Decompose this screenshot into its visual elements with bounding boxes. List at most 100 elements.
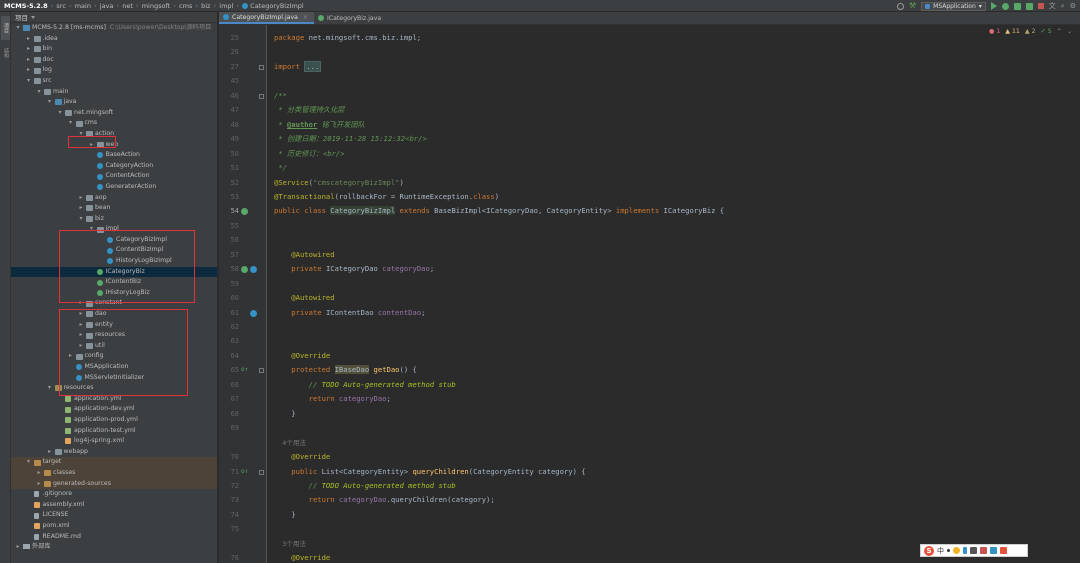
tree-item[interactable]: ▾ resources bbox=[11, 383, 217, 394]
user-icon[interactable] bbox=[896, 2, 904, 10]
tree-item[interactable]: BaseAction bbox=[11, 150, 217, 161]
chevron-right-icon[interactable]: ▸ bbox=[26, 55, 32, 66]
chevron-right-icon[interactable]: ▸ bbox=[36, 479, 42, 490]
close-icon[interactable]: × bbox=[303, 14, 308, 21]
code-line[interactable]: // TODO Auto-generated method stub bbox=[274, 481, 456, 491]
override-icon[interactable]: o↑ bbox=[241, 366, 248, 373]
chevron-right-icon[interactable]: ▸ bbox=[26, 34, 32, 45]
chevron-down-icon[interactable] bbox=[31, 15, 35, 19]
code-line[interactable]: @Override bbox=[274, 553, 330, 563]
tree-item[interactable]: ▸ doc bbox=[11, 55, 217, 66]
override-icon[interactable]: o↑ bbox=[241, 468, 248, 475]
tree-item[interactable]: application-dev.yml bbox=[11, 404, 217, 415]
chevron-right-icon[interactable]: ▸ bbox=[36, 468, 42, 479]
breadcrumb-item[interactable]: main bbox=[75, 2, 91, 10]
code-line[interactable]: public class CategoryBizImpl extends Bas… bbox=[274, 206, 724, 216]
punctuation-icon[interactable] bbox=[947, 549, 950, 552]
breadcrumb-item[interactable]: impl bbox=[219, 2, 233, 10]
tree-item[interactable]: ▸ 外部库 bbox=[11, 542, 217, 553]
tree-item[interactable]: IHistoryLogBiz bbox=[11, 288, 217, 299]
chevron-right-icon[interactable]: ▸ bbox=[78, 309, 84, 320]
tree-item[interactable]: ContentAction bbox=[11, 171, 217, 182]
chevron-down-icon[interactable]: ▾ bbox=[78, 214, 84, 225]
tree-item[interactable]: LICENSE bbox=[11, 510, 217, 521]
chevron-right-icon[interactable]: ▸ bbox=[78, 330, 84, 341]
fold-icon[interactable] bbox=[259, 64, 264, 70]
breadcrumb-item[interactable]: CategoryBizImpl bbox=[242, 2, 304, 10]
breadcrumb-item[interactable]: java bbox=[100, 2, 114, 10]
menu-icon[interactable] bbox=[1000, 547, 1007, 554]
profile-icon[interactable] bbox=[1025, 2, 1033, 10]
code-line[interactable]: /** bbox=[274, 91, 287, 101]
code-line[interactable]: * 分类管理持久化层 bbox=[274, 105, 344, 115]
chevron-right-icon[interactable]: ▸ bbox=[78, 298, 84, 309]
tree-item[interactable]: IContentBiz bbox=[11, 277, 217, 288]
tree-item[interactable]: CategoryAction bbox=[11, 161, 217, 172]
breadcrumb-item[interactable]: src bbox=[56, 2, 66, 10]
tree-item[interactable]: MSServletInitializer bbox=[11, 373, 217, 384]
tree-item[interactable]: ▾ java bbox=[11, 97, 217, 108]
stop-icon[interactable] bbox=[1037, 3, 1044, 9]
code-line[interactable]: return categoryDao; bbox=[274, 394, 391, 404]
chevron-down-icon[interactable]: ▾ bbox=[47, 383, 53, 394]
code-line[interactable]: @Transactional(rollbackFor = RuntimeExce… bbox=[274, 192, 499, 202]
code-content[interactable]: package net.mingsoft.cms.biz.impl; import… bbox=[274, 25, 1080, 563]
chevron-down-icon[interactable]: ▾ bbox=[57, 108, 63, 119]
chevron-down-icon[interactable]: ⌄ bbox=[1067, 28, 1072, 35]
keyboard-icon[interactable] bbox=[970, 547, 977, 554]
chevron-right-icon[interactable]: ▸ bbox=[78, 193, 84, 204]
tree-item[interactable]: log4j-spring.xml bbox=[11, 436, 217, 447]
chevron-up-icon[interactable]: ⌃ bbox=[1057, 28, 1062, 35]
weak-warning-count[interactable]: ▲ 2 bbox=[1025, 28, 1036, 35]
code-area[interactable]: 25 26 27 45 46 47 48 49 50 51 52 53 54 55 56 57 58 59 60 61… bbox=[219, 25, 1080, 563]
chevron-down-icon[interactable]: ▾ bbox=[26, 457, 32, 468]
breadcrumb-item[interactable]: net bbox=[122, 2, 133, 10]
project-panel-title[interactable]: 项目 bbox=[15, 12, 28, 22]
code-line[interactable]: * 历史修订：<br/> bbox=[274, 149, 344, 159]
tree-item[interactable]: ▸ constant bbox=[11, 298, 217, 309]
navigate-bean-icon[interactable] bbox=[250, 309, 257, 317]
chevron-right-icon[interactable]: ▸ bbox=[68, 351, 74, 362]
editor-tab[interactable]: ICategoryBiz.java bbox=[314, 12, 387, 24]
tree-item[interactable]: ▾ main bbox=[11, 87, 217, 98]
code-line[interactable]: */ bbox=[274, 163, 287, 173]
breadcrumb-item[interactable]: biz bbox=[201, 2, 210, 10]
code-line[interactable]: package net.mingsoft.cms.biz.impl; bbox=[274, 33, 421, 43]
tree-item[interactable]: ▾ target bbox=[11, 457, 217, 468]
typo-count[interactable]: ✓ 5 bbox=[1041, 28, 1052, 35]
tree-item[interactable]: CategoryBizImpl bbox=[11, 235, 217, 246]
structure-tool-button[interactable]: 结构 bbox=[1, 46, 10, 60]
toolbox-icon[interactable] bbox=[990, 547, 997, 554]
breadcrumb-item[interactable]: mingsoft bbox=[142, 2, 170, 10]
code-line[interactable]: } bbox=[274, 409, 295, 419]
tree-item[interactable]: ▸ .idea bbox=[11, 34, 217, 45]
code-line[interactable]: * 创建日期：2019-11-28 15:12:32<br/> bbox=[274, 134, 426, 144]
code-line[interactable]: private IContentDao contentDao; bbox=[274, 308, 425, 318]
code-line[interactable]: * @author 铭飞开发团队 bbox=[274, 120, 364, 130]
chevron-right-icon[interactable]: ▸ bbox=[26, 44, 32, 55]
tree-item[interactable]: ▸ classes bbox=[11, 467, 217, 479]
code-line[interactable]: private ICategoryDao categoryDao; bbox=[274, 264, 434, 274]
chevron-right-icon[interactable]: ▸ bbox=[89, 140, 95, 151]
tree-item[interactable]: ▸ bean bbox=[11, 203, 217, 214]
chevron-right-icon[interactable]: ▸ bbox=[26, 65, 32, 76]
code-line[interactable]: } bbox=[274, 510, 295, 520]
emoji-icon[interactable] bbox=[953, 547, 960, 554]
ime-logo-icon[interactable]: S bbox=[924, 545, 934, 556]
fold-icon[interactable] bbox=[259, 469, 264, 475]
tree-item[interactable]: ▾ MCMS-5.2.8 [ms-mcms] C:\Users\power\Desk… bbox=[11, 23, 217, 34]
code-line[interactable]: 3个用法 bbox=[274, 539, 306, 549]
code-line[interactable]: @Override bbox=[274, 351, 330, 361]
build-hammer-icon[interactable]: ⚒ bbox=[909, 2, 916, 10]
ime-language[interactable]: 中 bbox=[937, 546, 944, 556]
code-line[interactable]: @Autowired bbox=[274, 293, 334, 303]
navigate-bean-icon[interactable] bbox=[250, 266, 257, 274]
code-line[interactable]: import ... bbox=[274, 60, 322, 72]
tree-item[interactable]: ▾ net.mingsoft bbox=[11, 108, 217, 119]
code-line[interactable]: @Service("cmscategoryBizImpl") bbox=[274, 178, 404, 188]
fold-icon[interactable] bbox=[259, 368, 264, 374]
debug-icon[interactable] bbox=[1001, 2, 1009, 10]
editor-tab[interactable]: CategoryBizImpl.java × bbox=[219, 12, 314, 24]
chevron-right-icon[interactable]: ▸ bbox=[78, 203, 84, 214]
tree-item[interactable]: ▸ dao bbox=[11, 309, 217, 320]
